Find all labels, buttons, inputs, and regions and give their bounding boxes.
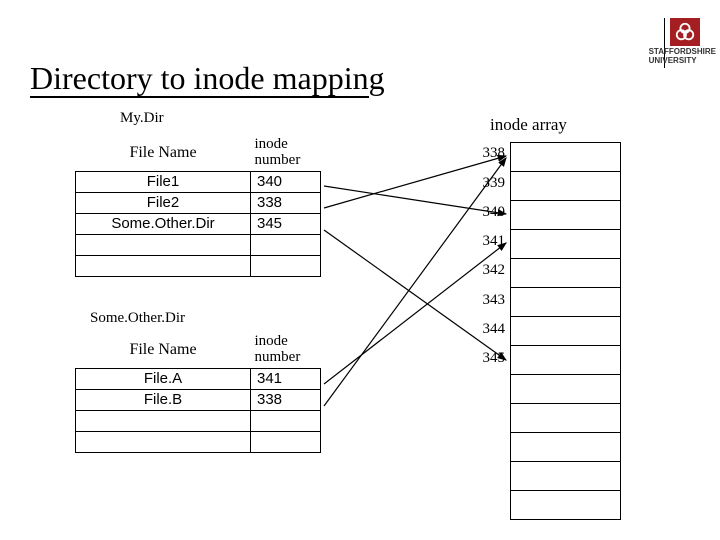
table-row	[76, 255, 321, 276]
inode-num: 342	[475, 262, 505, 279]
table-row: File.A341	[76, 368, 321, 389]
inode-row	[511, 346, 621, 375]
inode-row	[511, 201, 621, 230]
col-inode-number: inode number	[251, 135, 321, 171]
university-logo	[670, 18, 700, 46]
university-name: STAFFORDSHIRE UNIVERSITY	[649, 48, 716, 66]
title-tail: g	[369, 60, 385, 96]
col-filename: File Name	[76, 135, 251, 171]
inode-row	[511, 375, 621, 404]
dir-table-someotherdir: File Name inode number File.A341 File.B3…	[75, 332, 321, 453]
inode-num: 338	[475, 145, 505, 162]
mydir-label: My.Dir	[120, 110, 164, 127]
inode-row	[511, 288, 621, 317]
table-row	[76, 410, 321, 431]
someotherdir-label: Some.Other.Dir	[90, 310, 185, 327]
inode-row	[511, 143, 621, 172]
inode-row	[511, 259, 621, 288]
inode-num: 341	[475, 233, 505, 250]
inode-row	[511, 317, 621, 346]
inode-num: 339	[475, 175, 505, 192]
col-inode-number: inode number	[251, 332, 321, 368]
inode-row	[511, 491, 621, 520]
inode-row	[511, 433, 621, 462]
table-row: Some.Other.Dir345	[76, 213, 321, 234]
table-row	[76, 234, 321, 255]
university-name-l2: UNIVERSITY	[649, 57, 716, 66]
knot-icon	[674, 21, 696, 43]
inode-array-label: inode array	[490, 115, 567, 135]
inode-num: 345	[475, 350, 505, 367]
title-underlined: Directory to inode mappin	[30, 60, 369, 98]
inode-row	[511, 462, 621, 491]
inode-num: 340	[475, 204, 505, 221]
table-row: File2338	[76, 192, 321, 213]
inode-array-table	[510, 142, 621, 520]
dir-table-mydir: File Name inode number File1340 File2338…	[75, 135, 321, 277]
col-filename: File Name	[76, 332, 251, 368]
table-row: File.B338	[76, 389, 321, 410]
page-title: Directory to inode mapping	[30, 60, 385, 97]
inode-row	[511, 230, 621, 259]
table-row	[76, 431, 321, 452]
inode-num: 343	[475, 292, 505, 309]
table-row: File1340	[76, 171, 321, 192]
inode-row	[511, 172, 621, 201]
inode-row	[511, 404, 621, 433]
inode-num: 344	[475, 321, 505, 338]
